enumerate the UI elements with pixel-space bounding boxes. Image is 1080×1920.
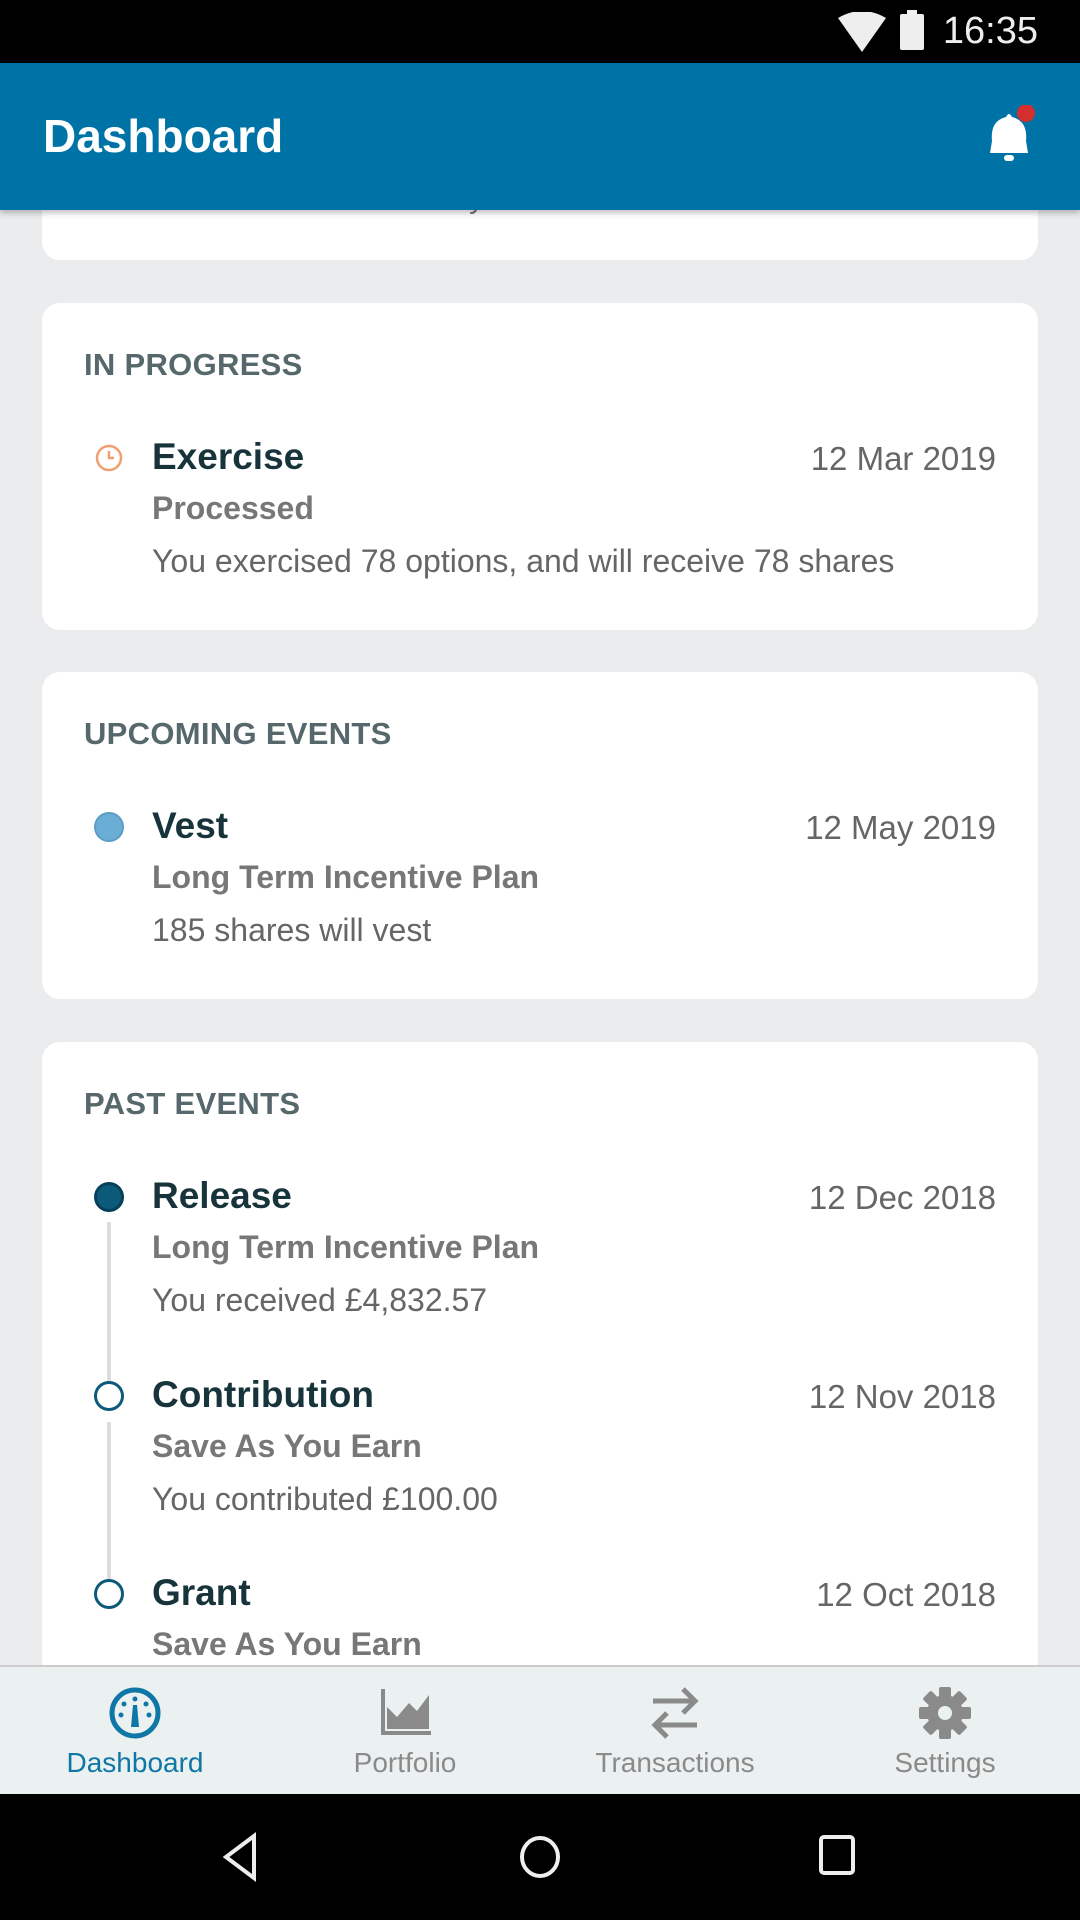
event-date: 12 Dec 2018 [808, 1179, 996, 1216]
event-description: 185 shares will vest [152, 912, 432, 948]
event-subtitle: Save As You Earn [152, 1626, 422, 1662]
wifi-icon [838, 12, 886, 52]
clock: 16:35 [942, 10, 1038, 52]
notification-bell-icon[interactable] [986, 105, 1036, 169]
event-item[interactable]: Exercise 12 Mar 2019 Processed You exerc… [42, 436, 1038, 596]
upcoming-events-card: UPCOMING EVENTS Vest 12 May 2019 Long Te… [42, 672, 1038, 999]
event-description: You received £4,832.57 [152, 1282, 488, 1318]
tab-label: Portfolio [353, 1747, 457, 1778]
event-date: 12 Oct 2018 [816, 1576, 996, 1613]
system-navigation-bar [0, 1794, 1080, 1920]
event-title: Contribution [152, 1374, 374, 1415]
event-description: You contributed £100.00 [152, 1481, 498, 1517]
past-circle-icon [94, 1579, 124, 1609]
tab-settings[interactable]: Settings [810, 1667, 1080, 1796]
event-title: Vest [152, 805, 229, 846]
event-subtitle: Long Term Incentive Plan [152, 1229, 540, 1265]
event-date: 12 Nov 2018 [808, 1378, 996, 1415]
section-heading: PAST EVENTS [84, 1086, 301, 1121]
event-description: You exercised 78 options, and will recei… [152, 543, 895, 579]
section-heading: IN PROGRESS [84, 347, 303, 382]
gauge-icon [109, 1687, 161, 1739]
swap-arrows-icon [651, 1687, 699, 1739]
event-item[interactable]: Contribution 12 Nov 2018 Save As You Ear… [42, 1374, 1038, 1534]
event-date: 12 May 2019 [805, 809, 996, 846]
bottom-navigation: Dashboard Portfolio Transactions Setting… [0, 1665, 1080, 1794]
page-title: Dashboard [43, 110, 284, 162]
app-bar: Dashboard [0, 63, 1080, 210]
past-dot-icon [94, 1182, 124, 1212]
section-heading: UPCOMING EVENTS [84, 716, 392, 751]
tab-label: Settings [894, 1747, 996, 1778]
back-icon[interactable] [220, 1832, 260, 1882]
event-item[interactable]: Release 12 Dec 2018 Long Term Incentive … [42, 1175, 1038, 1335]
tab-portfolio[interactable]: Portfolio [270, 1667, 540, 1796]
event-subtitle: Save As You Earn [152, 1428, 422, 1464]
home-icon[interactable] [518, 1832, 562, 1882]
tab-label: Transactions [595, 1747, 755, 1778]
status-bar: 16:35 [0, 0, 1080, 63]
notification-badge [1017, 105, 1035, 122]
event-title: Release [152, 1175, 292, 1216]
gear-icon [919, 1687, 971, 1739]
tab-dashboard[interactable]: Dashboard [0, 1667, 270, 1796]
in-progress-card: IN PROGRESS Exercise 12 Mar 2019 Process… [42, 303, 1038, 630]
recents-icon[interactable] [818, 1834, 858, 1878]
upcoming-dot-icon [94, 812, 124, 842]
event-title: Grant [152, 1572, 251, 1613]
past-events-card: PAST EVENTS Release 12 Dec 2018 Long Ter… [42, 1042, 1038, 1742]
event-subtitle: Long Term Incentive Plan [152, 859, 540, 895]
event-date: 12 Mar 2019 [810, 440, 996, 477]
event-title: Exercise [152, 436, 305, 477]
area-chart-icon [381, 1689, 431, 1735]
event-item[interactable]: Vest 12 May 2019 Long Term Incentive Pla… [42, 805, 1038, 965]
battery-icon [900, 10, 924, 50]
clock-icon [95, 444, 123, 472]
tab-label: Dashboard [66, 1747, 204, 1778]
past-circle-icon [94, 1381, 124, 1411]
event-subtitle: Processed [152, 490, 314, 526]
tab-transactions[interactable]: Transactions [540, 1667, 810, 1796]
